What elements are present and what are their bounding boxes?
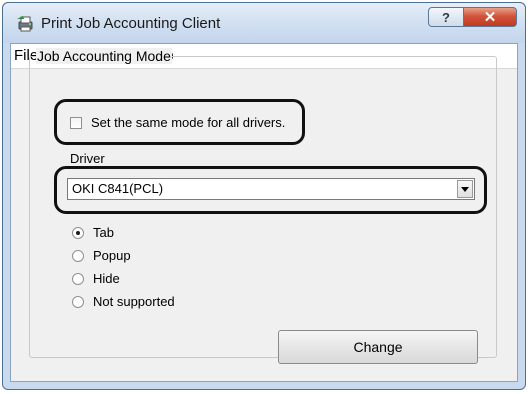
same-mode-checkbox-label: Set the same mode for all drivers. <box>91 115 286 130</box>
radio-row-tab[interactable]: Tab <box>72 225 114 240</box>
change-button[interactable]: Change <box>278 330 478 364</box>
help-icon: ? <box>442 9 450 25</box>
driver-label: Driver <box>70 151 105 166</box>
driver-select[interactable]: OKI C841(PCL) <box>67 178 475 200</box>
close-button[interactable]: ✕ <box>464 7 517 27</box>
group-legend: Job Accounting Mode <box>36 48 172 64</box>
printer-app-icon <box>17 16 33 32</box>
radio-row-hide[interactable]: Hide <box>72 271 120 286</box>
window-title: Print Job Accounting Client <box>41 15 221 32</box>
radio-tab-label: Tab <box>93 225 114 240</box>
radio-popup[interactable] <box>72 249 84 262</box>
radio-row-popup[interactable]: Popup <box>72 248 131 263</box>
change-button-label: Change <box>353 339 403 355</box>
radio-hide-label: Hide <box>93 271 120 286</box>
radio-row-not-supported[interactable]: Not supported <box>72 294 175 309</box>
radio-hide[interactable] <box>72 272 84 285</box>
app-window: Print Job Accounting Client ? ✕ File Hid… <box>2 2 526 390</box>
same-mode-checkbox-row[interactable]: Set the same mode for all drivers. <box>70 115 285 130</box>
window-controls: ? ✕ <box>428 7 517 27</box>
title-bar[interactable]: Print Job Accounting Client ? ✕ <box>3 3 525 43</box>
close-icon: ✕ <box>483 9 497 26</box>
help-button[interactable]: ? <box>428 7 464 27</box>
same-mode-checkbox[interactable] <box>70 116 82 129</box>
driver-select-value: OKI C841(PCL) <box>72 181 164 196</box>
radio-not-supported-label: Not supported <box>93 294 175 309</box>
radio-popup-label: Popup <box>93 248 131 263</box>
radio-not-supported[interactable] <box>72 295 84 308</box>
radio-tab[interactable] <box>72 226 84 239</box>
dropdown-arrow-icon[interactable] <box>457 180 473 198</box>
